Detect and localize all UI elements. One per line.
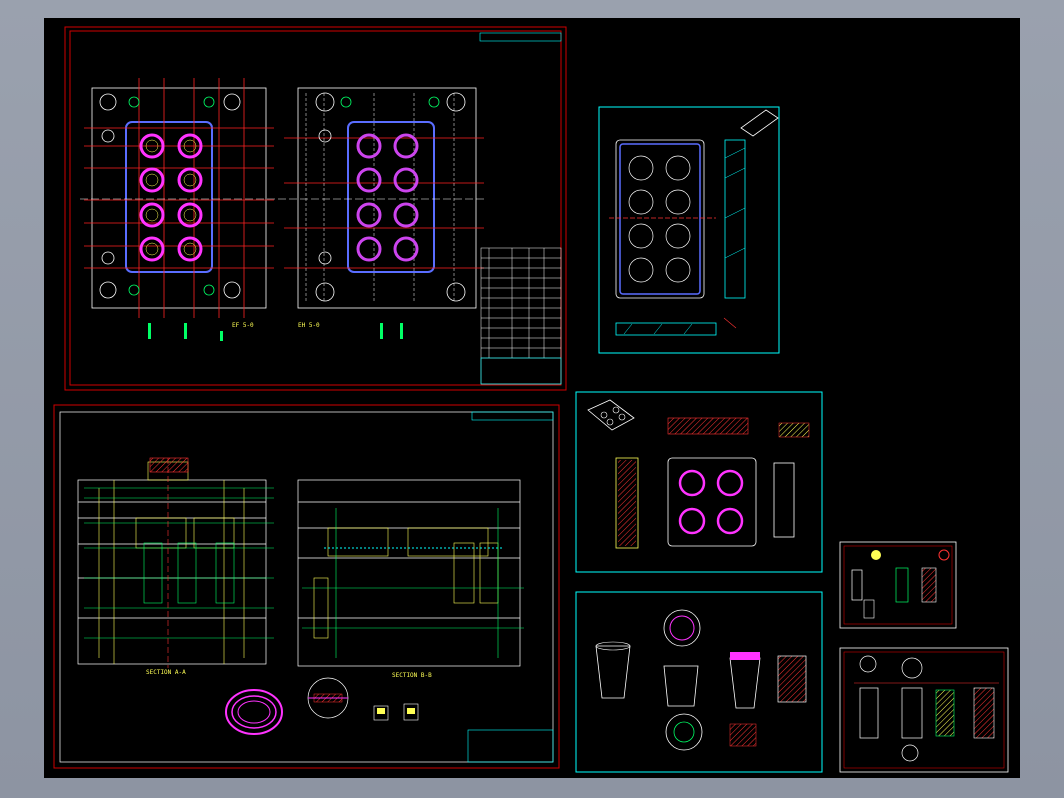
cad-drawing: EF 5-0 EH 5-0 SECTION A-A SECTION B-B xyxy=(53,26,1009,773)
sheet-small-detail-1 xyxy=(839,541,957,629)
sheet-mold-sections: SECTION A-A SECTION B-B xyxy=(53,404,560,769)
sheet-cavity-plate xyxy=(598,106,780,354)
sheet-small-detail-2 xyxy=(839,647,1009,773)
view-label-right: EH 5-0 xyxy=(298,322,320,329)
view-label-left: EF 5-0 xyxy=(232,322,254,329)
section-a-label: SECTION A-A xyxy=(146,669,186,676)
cad-canvas[interactable]: EF 5-0 EH 5-0 SECTION A-A SECTION B-B xyxy=(44,18,1020,778)
sheet-core-parts xyxy=(575,591,823,773)
screenshot-stage: EF 5-0 EH 5-0 SECTION A-A SECTION B-B xyxy=(0,0,1064,798)
sheet-mold-plan: EF 5-0 EH 5-0 xyxy=(64,26,567,391)
parts-list-table xyxy=(480,247,562,385)
sheet-insert-detail xyxy=(575,391,823,573)
section-b-label: SECTION B-B xyxy=(392,672,432,679)
